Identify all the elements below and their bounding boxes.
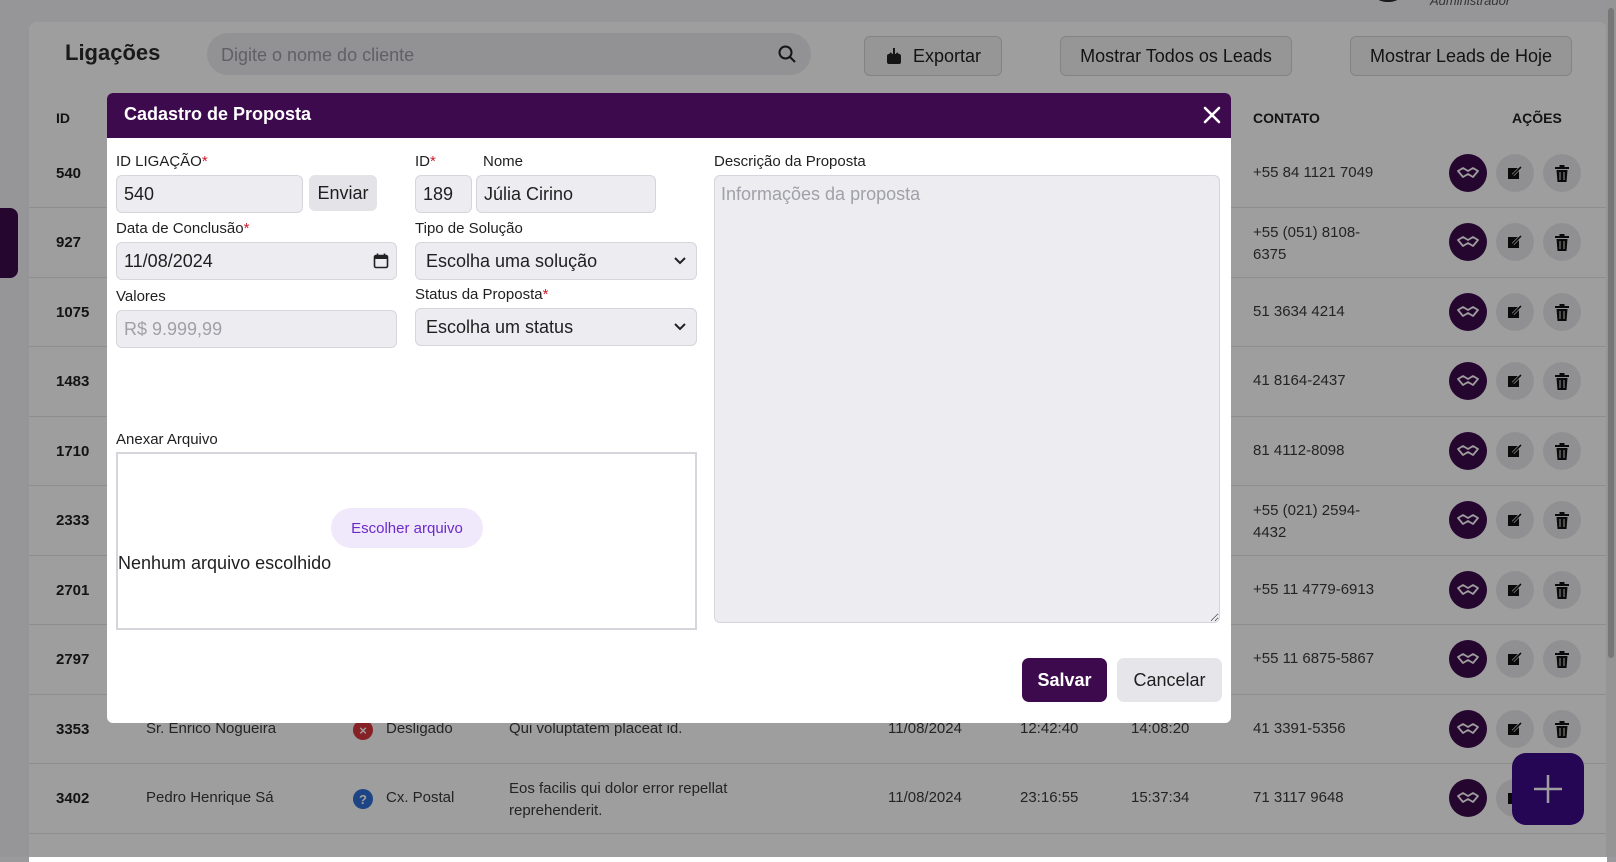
data-conclusao-label: Data de Conclusão* (116, 220, 250, 237)
tipo-solucao-label: Tipo de Solução (415, 220, 523, 237)
data-conclusao-input[interactable]: 11/08/2024 (116, 242, 397, 280)
choose-file-button[interactable]: Escolher arquivo (331, 508, 483, 548)
status-proposta-value: Escolha um status (426, 316, 574, 337)
anexar-arquivo-label: Anexar Arquivo (116, 431, 218, 448)
modal-title: Cadastro de Proposta (124, 104, 312, 124)
id-label: ID* (415, 153, 436, 170)
calendar-icon[interactable] (373, 253, 389, 269)
chevron-down-icon (674, 257, 686, 265)
id-field[interactable]: 189 (415, 175, 472, 213)
modal-header: Cadastro de Proposta (107, 93, 1231, 138)
id-ligacao-input[interactable] (116, 175, 303, 213)
save-button[interactable]: Salvar (1022, 658, 1107, 702)
status-proposta-select[interactable]: Escolha um status (415, 308, 697, 346)
file-drop-area[interactable]: Escolher arquivo Nenhum arquivo escolhid… (116, 452, 697, 630)
valores-label: Valores (116, 288, 166, 305)
close-icon[interactable] (1200, 103, 1224, 127)
valores-input[interactable] (116, 310, 397, 348)
enviar-button[interactable]: Enviar (309, 175, 377, 211)
data-conclusao-value: 11/08/2024 (124, 250, 213, 271)
chevron-down-icon (674, 323, 686, 331)
id-ligacao-label: ID LIGAÇÃO* (116, 153, 208, 170)
tipo-solucao-select[interactable]: Escolha uma solução (415, 242, 697, 280)
descricao-label: Descrição da Proposta (714, 153, 866, 170)
descricao-textarea[interactable] (714, 175, 1220, 623)
proposal-modal: Cadastro de Proposta ID LIGAÇÃO* Enviar … (107, 93, 1231, 723)
status-proposta-label: Status da Proposta* (415, 286, 549, 303)
cancel-button[interactable]: Cancelar (1117, 658, 1222, 702)
nome-field[interactable]: Júlia Cirino (476, 175, 656, 213)
file-status-text: Nenhum arquivo escolhido (118, 553, 332, 573)
nome-label: Nome (483, 153, 524, 170)
tipo-solucao-value: Escolha uma solução (426, 250, 598, 271)
